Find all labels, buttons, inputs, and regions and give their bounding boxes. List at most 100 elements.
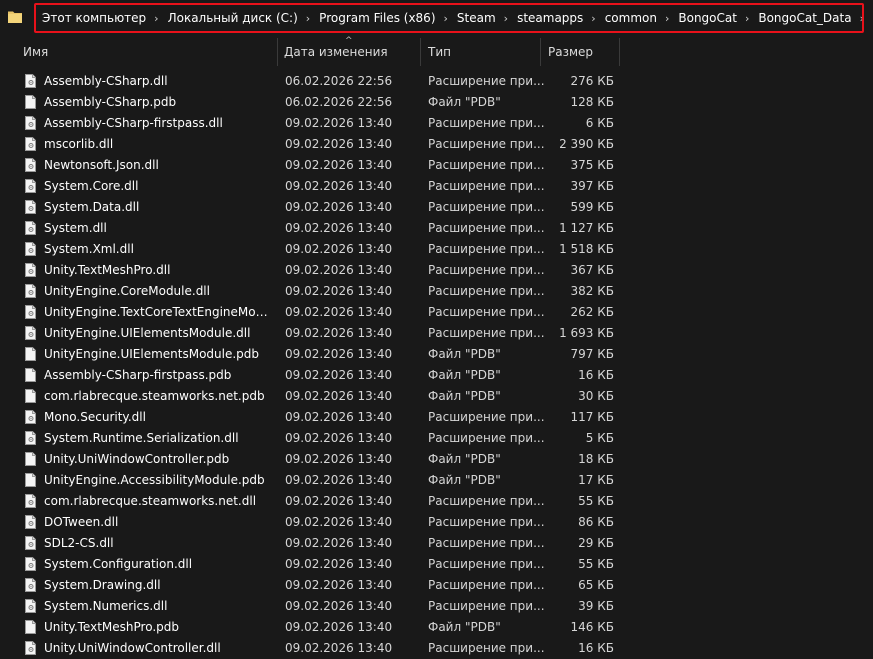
chevron-right-icon[interactable]: › (665, 12, 669, 25)
pdb-file-icon (25, 389, 36, 403)
file-row[interactable]: Mono.Security.dll 09.02.2026 13:40 Расшире… (0, 407, 873, 428)
file-type: Расширение при... (428, 431, 545, 445)
breadcrumb-item[interactable]: BongoCat_Data (758, 11, 851, 25)
file-size: 375 КБ (570, 158, 614, 172)
breadcrumb-item[interactable]: Локальный диск (C:) (168, 11, 298, 25)
breadcrumb-item[interactable]: Steam (457, 11, 496, 25)
chevron-right-icon[interactable]: › (504, 12, 508, 25)
file-name: Unity.TextMeshPro.dll (44, 263, 171, 277)
file-row[interactable]: System.Drawing.dll 09.02.2026 13:40 Расшир… (0, 575, 873, 596)
file-size: 6 КБ (585, 116, 614, 130)
dll-file-icon (25, 200, 36, 214)
file-type: Файл "PDB" (428, 347, 501, 361)
chevron-right-icon[interactable]: › (745, 12, 749, 25)
file-row[interactable]: DOTween.dll 09.02.2026 13:40 Расширение пр… (0, 512, 873, 533)
chevron-right-icon[interactable]: › (444, 12, 448, 25)
file-date: 09.02.2026 13:40 (285, 368, 393, 382)
column-header-size[interactable]: Размер (541, 38, 620, 66)
file-date: 09.02.2026 13:40 (285, 326, 393, 340)
file-row[interactable]: System.Configuration.dll 09.02.2026 13:40… (0, 554, 873, 575)
file-name: System.Drawing.dll (44, 578, 161, 592)
file-row[interactable]: System.Numerics.dll 09.02.2026 13:40 Расши… (0, 596, 873, 617)
dll-file-icon (25, 305, 36, 319)
dll-file-icon (25, 221, 36, 235)
file-name: System.Numerics.dll (44, 599, 168, 613)
file-name: Newtonsoft.Json.dll (44, 158, 159, 172)
file-date: 09.02.2026 13:40 (285, 179, 393, 193)
file-type: Расширение при... (428, 557, 545, 571)
file-name: Assembly-CSharp-firstpass.dll (44, 116, 223, 130)
file-size: 18 КБ (578, 452, 614, 466)
file-date: 09.02.2026 13:40 (285, 473, 393, 487)
dll-file-icon (25, 410, 36, 424)
column-header-name[interactable]: Имя (20, 38, 278, 66)
chevron-right-icon[interactable]: › (154, 12, 158, 25)
file-row[interactable]: UnityEngine.CoreModule.dll 09.02.2026 13:… (0, 281, 873, 302)
file-type: Расширение при... (428, 116, 545, 130)
dll-file-icon (25, 242, 36, 256)
chevron-right-icon[interactable]: › (860, 12, 862, 25)
file-name: UnityEngine.AccessibilityModule.pdb (44, 473, 265, 487)
file-size: 117 КБ (570, 410, 614, 424)
file-name: Unity.UniWindowController.dll (44, 641, 221, 655)
pdb-file-icon (25, 368, 36, 382)
dll-file-icon (25, 158, 36, 172)
file-type: Файл "PDB" (428, 95, 501, 109)
file-row[interactable]: System.Data.dll 09.02.2026 13:40 Расширени… (0, 197, 873, 218)
file-type: Файл "PDB" (428, 368, 501, 382)
chevron-right-icon[interactable]: › (591, 12, 595, 25)
file-type: Расширение при... (428, 158, 545, 172)
file-row[interactable]: Assembly-CSharp-firstpass.pdb 09.02.2026 … (0, 365, 873, 386)
file-size: 1 693 КБ (559, 326, 614, 340)
file-date: 09.02.2026 13:40 (285, 620, 393, 634)
file-name: System.Core.dll (44, 179, 139, 193)
pdb-file-icon (25, 95, 36, 109)
file-row[interactable]: com.rlabrecque.steamworks.net.dll 09.02.2… (0, 491, 873, 512)
file-row[interactable]: com.rlabrecque.steamworks.net.pdb 09.02.2… (0, 386, 873, 407)
file-row[interactable]: UnityEngine.UIElementsModule.dll 09.02.20… (0, 323, 873, 344)
file-date: 09.02.2026 13:40 (285, 347, 393, 361)
file-type: Расширение при... (428, 515, 545, 529)
file-date: 09.02.2026 13:40 (285, 536, 393, 550)
file-row[interactable]: System.Runtime.Serialization.dll 09.02.20… (0, 428, 873, 449)
file-type: Расширение при... (428, 578, 545, 592)
file-row[interactable]: Unity.TextMeshPro.dll 09.02.2026 13:40 Рас… (0, 260, 873, 281)
file-name: Unity.TextMeshPro.pdb (44, 620, 179, 634)
file-row[interactable]: SDL2-CS.dll 09.02.2026 13:40 Расширение пр… (0, 533, 873, 554)
file-size: 17 КБ (578, 473, 614, 487)
breadcrumb-item[interactable]: steamapps (517, 11, 583, 25)
file-size: 1 127 КБ (559, 221, 614, 235)
file-row[interactable]: Assembly-CSharp.pdb 06.02.2026 22:56 Файл … (0, 92, 873, 113)
file-row[interactable]: Newtonsoft.Json.dll 09.02.2026 13:40 Расши… (0, 155, 873, 176)
dll-file-icon (25, 494, 36, 508)
file-size: 382 КБ (570, 284, 614, 298)
breadcrumb-item[interactable]: Этот компьютер (42, 11, 146, 25)
file-date: 09.02.2026 13:40 (285, 494, 393, 508)
breadcrumb-item[interactable]: common (605, 11, 657, 25)
file-row[interactable]: mscorlib.dll 09.02.2026 13:40 Расширение п… (0, 134, 873, 155)
dll-file-icon (25, 326, 36, 340)
breadcrumb-item[interactable]: Program Files (x86) (319, 11, 435, 25)
file-row[interactable]: System.Xml.dll 09.02.2026 13:40 Расширение… (0, 239, 873, 260)
file-row[interactable]: System.Core.dll 09.02.2026 13:40 Расширени… (0, 176, 873, 197)
file-row[interactable]: UnityEngine.AccessibilityModule.pdb 09.02… (0, 470, 873, 491)
file-size: 30 КБ (578, 389, 614, 403)
file-name: Unity.UniWindowController.pdb (44, 452, 230, 466)
breadcrumb-item[interactable]: BongoCat (678, 11, 737, 25)
file-name: DOTween.dll (44, 515, 119, 529)
breadcrumb[interactable]: Этот компьютер › Локальный диск (C:) › Progr… (34, 3, 864, 33)
chevron-right-icon[interactable]: › (306, 12, 310, 25)
file-row[interactable]: Unity.UniWindowController.dll 09.02.2026 … (0, 638, 873, 659)
column-header-type[interactable]: Тип (421, 38, 541, 66)
folder-icon (8, 11, 22, 23)
file-row[interactable]: Assembly-CSharp-firstpass.dll 09.02.2026 … (0, 113, 873, 134)
dll-file-icon (25, 74, 36, 88)
file-row[interactable]: UnityEngine.TextCoreTextEngineModule....… (0, 302, 873, 323)
file-row[interactable]: System.dll 09.02.2026 13:40 Расширение при… (0, 218, 873, 239)
file-row[interactable]: UnityEngine.UIElementsModule.pdb 09.02.20… (0, 344, 873, 365)
file-date: 06.02.2026 22:56 (285, 74, 393, 88)
file-row[interactable]: Unity.TextMeshPro.pdb 09.02.2026 13:40 Фай… (0, 617, 873, 638)
file-row[interactable]: Assembly-CSharp.dll 06.02.2026 22:56 Расши… (0, 71, 873, 92)
file-row[interactable]: Unity.UniWindowController.pdb 09.02.2026 … (0, 449, 873, 470)
file-date: 09.02.2026 13:40 (285, 305, 393, 319)
